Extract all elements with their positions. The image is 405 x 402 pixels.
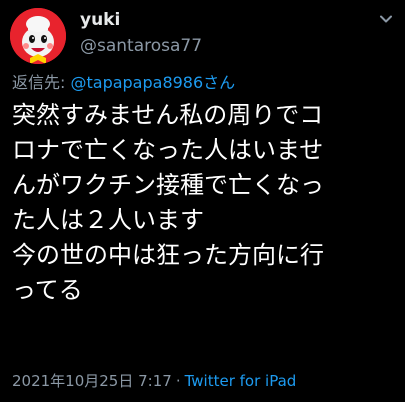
reply-mention-link[interactable]: @tapapapa8986さん [70, 73, 235, 92]
tweet-line: 突然すみません私の周りでコ [12, 101, 324, 129]
username[interactable]: @santarosa77 [80, 35, 202, 57]
display-name[interactable]: yuki [80, 9, 202, 31]
tweet-line: ってる [12, 276, 83, 304]
tweet-line: 今の世の中は狂った方向に行 [12, 241, 324, 269]
tweet-line: んがワクチン接種で亡くなっ [12, 171, 324, 199]
client-link[interactable]: Twitter for iPad [185, 372, 297, 390]
avatar[interactable] [10, 8, 66, 64]
tweet-card: yuki @santarosa77 返信先: @tapapapa8986さん 突… [0, 0, 405, 402]
tweet-meta: 2021年10月25日 7:17 · Twitter for iPad [12, 371, 296, 391]
tweet-text: 突然すみません私の周りでコ ロナで亡くなった人はいませ んがワクチン接種で亡くな… [12, 98, 398, 308]
tweet-line: ロナで亡くなった人はいませ [12, 136, 324, 164]
tweet-line: た人は２人います [12, 206, 204, 234]
red-mascot-avatar-icon [10, 8, 66, 64]
chevron-down-icon[interactable] [375, 8, 397, 30]
author-header: yuki @santarosa77 [80, 9, 202, 57]
timestamp[interactable]: 2021年10月25日 7:17 [12, 372, 172, 390]
reply-context: 返信先: @tapapapa8986さん [12, 72, 235, 94]
reply-prefix: 返信先: [12, 73, 71, 92]
meta-separator: · [175, 372, 181, 390]
